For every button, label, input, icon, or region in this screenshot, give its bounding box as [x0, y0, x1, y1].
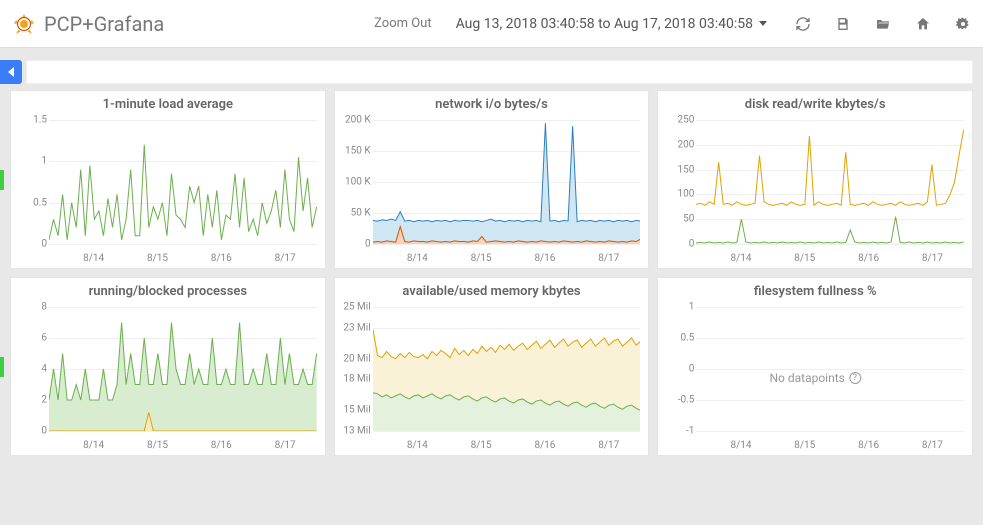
y-tick-label: 0 [337, 239, 371, 250]
y-tick-label: 2 [13, 395, 47, 406]
y-tick-label: 0.5 [13, 197, 47, 208]
y-tick-label: 250 [660, 115, 694, 126]
brand[interactable]: PCP+Grafana [12, 12, 164, 36]
y-tick-label: 1.5 [13, 115, 47, 126]
x-tick-label: 8/17 [598, 253, 619, 264]
panel-load-average[interactable]: 1-minute load average 0 0.5 1 1.5 8/14 8/15 8/… [10, 90, 326, 269]
y-tick-label: 100 [660, 189, 694, 200]
help-icon[interactable]: ? [849, 372, 861, 384]
y-tick-label: 150 [660, 164, 694, 175]
row-header [0, 58, 983, 86]
zoom-out-button[interactable]: Zoom Out [374, 16, 431, 31]
y-tick-label: 0 [13, 239, 47, 250]
panel-processes[interactable]: running/blocked processes 0 2 4 6 8 8/14 8/15 8… [10, 277, 326, 456]
x-tick-label: 8/15 [147, 440, 168, 451]
x-tick-label: 8/16 [534, 253, 555, 264]
x-tick-label: 8/14 [83, 440, 104, 451]
chart: -1 -0.5 0 0.5 1 8/14 8/15 8/16 8/17 No datapoints… [658, 301, 972, 455]
panel-title: network i/o bytes/s [335, 91, 649, 114]
x-tick-label: 8/17 [922, 440, 943, 451]
y-tick-label: 50 K [337, 208, 371, 219]
row-title-bar[interactable] [26, 60, 973, 84]
x-tick-label: 8/14 [83, 253, 104, 264]
y-tick-label: 100 K [337, 177, 371, 188]
y-tick-label: 15 Mil [337, 405, 371, 416]
y-tick-label: 23 Mil [337, 322, 371, 333]
x-tick-label: 8/17 [275, 440, 296, 451]
y-tick-label: 4 [13, 364, 47, 375]
x-tick-label: 8/17 [922, 253, 943, 264]
panel-network-io[interactable]: network i/o bytes/s 0 50 K 100 K 150 K 200 K… [334, 90, 650, 269]
refresh-icon[interactable] [795, 16, 811, 32]
panel-memory[interactable]: available/used memory kbytes 13 Mil 15 Mi… [334, 277, 650, 456]
chart: 0 0.5 1 1.5 8/14 8/15 8/16 8/17 [11, 114, 325, 268]
y-tick-label: -1 [660, 426, 694, 437]
x-tick-label: 8/17 [275, 253, 296, 264]
y-tick-label: 0 [660, 239, 694, 250]
y-tick-label: 6 [13, 333, 47, 344]
dashboard-grid: 1-minute load average 0 0.5 1 1.5 8/14 8/15 8/… [0, 90, 983, 456]
chevron-down-icon [759, 21, 767, 26]
x-tick-label: 8/15 [794, 253, 815, 264]
panel-wrap: running/blocked processes 0 2 4 6 8 8/14 8/15 8… [10, 277, 326, 456]
chart: 0 50 K 100 K 150 K 200 K 8/14 8/15 8/16 8/17 [335, 114, 649, 268]
y-tick-label: 150 K [337, 146, 371, 157]
chart: 0 2 4 6 8 8/14 8/15 8/16 8/17 [11, 301, 325, 455]
chart: 0 50 100 150 200 250 8/14 8/15 8/16 8/17 [658, 114, 972, 268]
x-tick-label: 8/15 [471, 440, 492, 451]
y-tick-label: 0 [13, 426, 47, 437]
x-tick-label: 8/16 [534, 440, 555, 451]
x-tick-label: 8/15 [147, 253, 168, 264]
save-icon[interactable] [835, 16, 851, 32]
gear-icon[interactable] [955, 16, 971, 32]
panel-disk-rw[interactable]: disk read/write kbytes/s 0 50 100 150 200 250… [657, 90, 973, 269]
y-tick-label: 18 Mil [337, 374, 371, 385]
x-tick-label: 8/17 [598, 440, 619, 451]
panel-title: disk read/write kbytes/s [658, 91, 972, 114]
y-tick-label: 13 Mil [337, 426, 371, 437]
x-tick-label: 8/16 [211, 440, 232, 451]
x-tick-label: 8/16 [211, 253, 232, 264]
y-tick-label: 1 [13, 156, 47, 167]
y-tick-label: 0.5 [660, 333, 694, 344]
y-tick-label: 0 [660, 364, 694, 375]
x-tick-label: 8/14 [407, 253, 428, 264]
x-tick-label: 8/14 [730, 253, 751, 264]
x-tick-label: 8/14 [407, 440, 428, 451]
x-tick-label: 8/16 [858, 253, 879, 264]
panel-wrap: 1-minute load average 0 0.5 1 1.5 8/14 8/15 8/… [10, 90, 326, 269]
x-tick-label: 8/14 [730, 440, 751, 451]
y-tick-label: 50 [660, 214, 694, 225]
x-tick-label: 8/15 [794, 440, 815, 451]
no-data-message: No datapoints? [769, 371, 860, 385]
y-tick-label: 200 K [337, 115, 371, 126]
app-title: PCP+Grafana [44, 12, 164, 36]
row-collapse-button[interactable] [0, 60, 22, 84]
time-range-label: Aug 13, 2018 03:40:58 to Aug 17, 2018 03… [456, 16, 753, 32]
y-tick-label: 200 [660, 139, 694, 150]
y-tick-label: 25 Mil [337, 302, 371, 313]
panel-filesystem[interactable]: filesystem fullness % -1 -0.5 0 0.5 1 8/14 8/1… [657, 277, 973, 456]
row-accent-icon [0, 357, 4, 377]
grafana-logo-icon [12, 12, 36, 36]
panel-title: filesystem fullness % [658, 278, 972, 301]
panel-title: available/used memory kbytes [335, 278, 649, 301]
chart: 13 Mil 15 Mil 18 Mil 20 Mil 23 Mil 25 Mil 8/14… [335, 301, 649, 455]
time-range-picker[interactable]: Aug 13, 2018 03:40:58 to Aug 17, 2018 03… [456, 16, 767, 32]
panel-title: 1-minute load average [11, 91, 325, 114]
y-tick-label: 20 Mil [337, 353, 371, 364]
chevron-left-icon [8, 67, 14, 77]
y-tick-label: 1 [660, 302, 694, 313]
y-tick-label: -0.5 [660, 395, 694, 406]
home-icon[interactable] [915, 16, 931, 32]
row-accent-icon [0, 170, 4, 190]
panel-title: running/blocked processes [11, 278, 325, 301]
y-tick-label: 8 [13, 302, 47, 313]
folder-open-icon[interactable] [875, 16, 891, 32]
x-tick-label: 8/16 [858, 440, 879, 451]
x-tick-label: 8/15 [471, 253, 492, 264]
top-bar: PCP+Grafana Zoom Out Aug 13, 2018 03:40:… [0, 0, 983, 48]
